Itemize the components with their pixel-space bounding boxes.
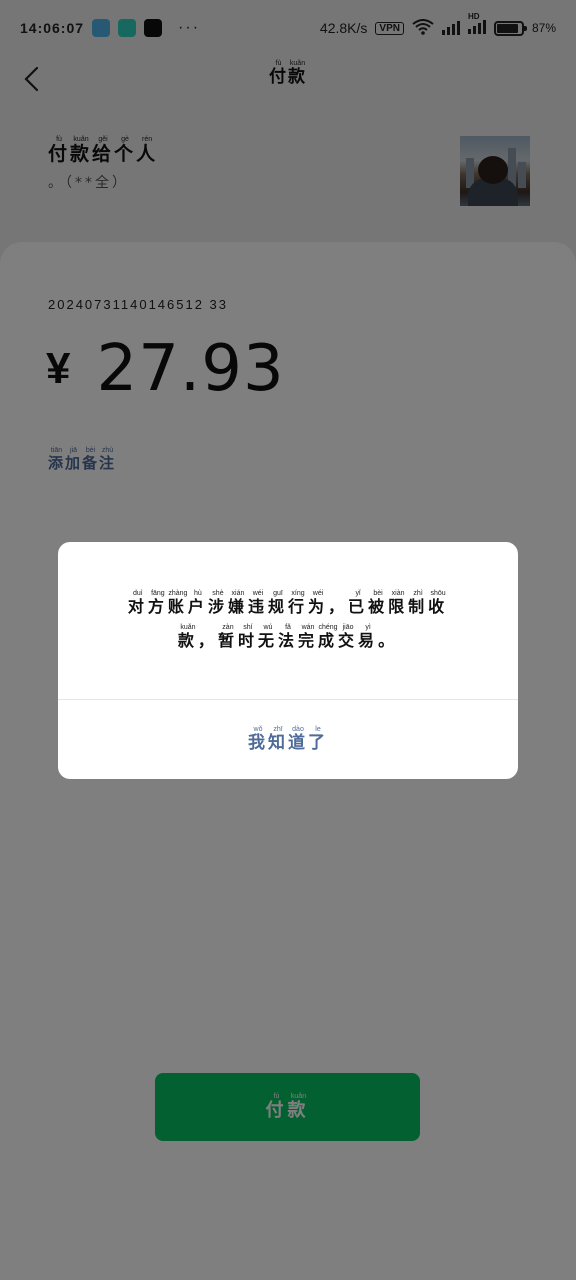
dialog-message-char: 对duì: [127, 590, 148, 616]
dialog-message-char: 涉shè: [207, 590, 228, 616]
dialog-message-char: 交jiāo: [338, 624, 359, 650]
dialog-message-char: 限xiàn: [388, 590, 409, 616]
dialog-message-char: 违wéi: [247, 590, 268, 616]
dialog-message-char: 方fāng: [147, 590, 168, 616]
dialog-message-char: 款kuǎn: [177, 624, 198, 650]
dialog-message-char: 无wú: [257, 624, 278, 650]
dialog-message-char: 已yǐ: [348, 590, 369, 616]
dialog-message-char: 规guī: [267, 590, 288, 616]
dialog-message-char: 完wán: [298, 624, 319, 650]
dialog-message-char: 。: [378, 631, 399, 650]
got-it-button-char: 知zhī: [268, 726, 288, 753]
dialog-message: 对duì方fāng账zhàng户hù涉shè嫌xián违wéi规guī行xíng…: [88, 590, 488, 658]
dialog-message-char: 为wéi: [308, 590, 329, 616]
dialog-message-char: 行xíng: [288, 590, 309, 616]
alert-dialog: 对duì方fāng账zhàng户hù涉shè嫌xián违wéi规guī行xíng…: [58, 542, 518, 779]
dialog-message-char: 时shí: [237, 624, 258, 650]
dialog-message-char: 账zhàng: [167, 590, 188, 616]
got-it-button-char: 了le: [308, 726, 328, 753]
dialog-message-char: ，: [328, 597, 349, 616]
dialog-message-line-1: 对duì方fāng账zhàng户hù涉shè嫌xián违wéi规guī行xíng…: [88, 590, 488, 624]
dialog-message-char: 户hù: [187, 590, 208, 616]
dialog-message-char: 被bèi: [368, 590, 389, 616]
dialog-message-char: 制zhì: [408, 590, 429, 616]
dialog-message-char: 易yì: [358, 624, 379, 650]
dialog-message-char: 暂zàn: [217, 624, 238, 650]
dialog-message-char: 法fǎ: [277, 624, 298, 650]
dialog-message-char: 成chéng: [318, 624, 339, 650]
got-it-button-char: 我wǒ: [248, 726, 268, 753]
dialog-message-char: ，: [197, 631, 218, 650]
got-it-button[interactable]: 我wǒ 知zhī 道dào 了le: [58, 700, 518, 779]
dialog-message-line-2: 款kuǎn，暂zàn时shí无wú法fǎ完wán成chéng交jiāo易yì。: [88, 624, 488, 658]
got-it-button-char: 道dào: [288, 726, 308, 753]
dialog-message-char: 嫌xián: [227, 590, 248, 616]
dialog-message-char: 收shōu: [428, 590, 449, 616]
